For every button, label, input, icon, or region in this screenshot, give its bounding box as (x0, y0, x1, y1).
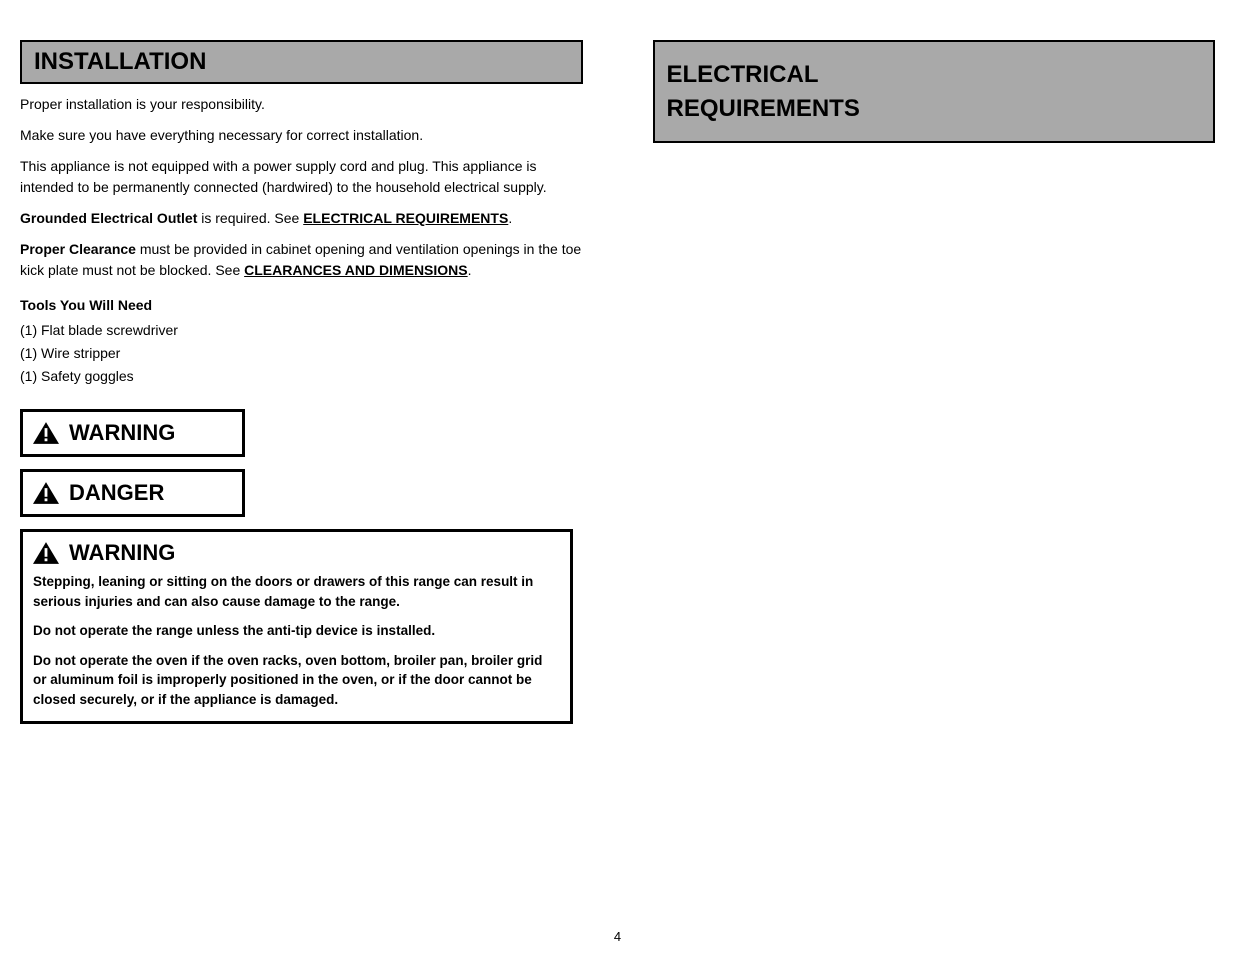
danger-label: DANGER (69, 480, 164, 506)
intro-para-3: This appliance is not equipped with a po… (20, 156, 583, 198)
warning-box-full: WARNING Stepping, leaning or sitting on … (20, 529, 573, 724)
tool-3: (1) Safety goggles (20, 366, 583, 387)
left-column: INSTALLATION Proper installation is your… (20, 40, 583, 736)
grounded-plain: is required. See (201, 210, 303, 226)
warning-full-body-3: Do not operate the oven if the oven rack… (33, 651, 558, 710)
warning-row-1: WARNING (33, 420, 230, 446)
alert-triangle-icon (33, 482, 59, 504)
danger-row: DANGER (33, 480, 230, 506)
tools-heading-text: Tools You Will Need (20, 297, 152, 313)
page-number: 4 (614, 929, 621, 944)
electrical-line-2: REQUIREMENTS (667, 92, 1202, 126)
alert-triangle-icon (33, 542, 59, 564)
warning-full-label: WARNING (69, 540, 175, 566)
warning-label-1: WARNING (69, 420, 175, 446)
right-column: ELECTRICAL REQUIREMENTS (653, 40, 1216, 736)
alert-triangle-icon (33, 422, 59, 444)
clearances-tail: . (468, 262, 472, 278)
clearances-bold: Proper Clearance (20, 241, 140, 257)
intro-para-1: Proper installation is your responsibili… (20, 94, 583, 115)
grounded-outlet-para: Grounded Electrical Outlet is required. … (20, 208, 583, 229)
warning-full-body-1: Stepping, leaning or sitting on the door… (33, 572, 558, 611)
grounded-link: ELECTRICAL REQUIREMENTS (303, 210, 508, 226)
clearances-para: Proper Clearance must be provided in cab… (20, 239, 583, 281)
warning-full-row: WARNING (33, 540, 558, 566)
electrical-requirements-header: ELECTRICAL REQUIREMENTS (653, 40, 1216, 143)
warning-full-body-2: Do not operate the range unless the anti… (33, 621, 558, 641)
electrical-line-1: ELECTRICAL (667, 58, 1202, 92)
danger-box: DANGER (20, 469, 245, 517)
warning-box-1: WARNING (20, 409, 245, 457)
clearances-link: CLEARANCES AND DIMENSIONS (244, 262, 468, 278)
grounded-tail: . (508, 210, 512, 226)
grounded-bold: Grounded Electrical Outlet (20, 210, 201, 226)
tool-1: (1) Flat blade screwdriver (20, 320, 583, 341)
intro-para-2: Make sure you have everything necessary … (20, 125, 583, 146)
two-column-layout: INSTALLATION Proper installation is your… (20, 40, 1215, 736)
tool-2: (1) Wire stripper (20, 343, 583, 364)
installation-header: INSTALLATION (20, 40, 583, 84)
tools-heading: Tools You Will Need (20, 295, 583, 316)
